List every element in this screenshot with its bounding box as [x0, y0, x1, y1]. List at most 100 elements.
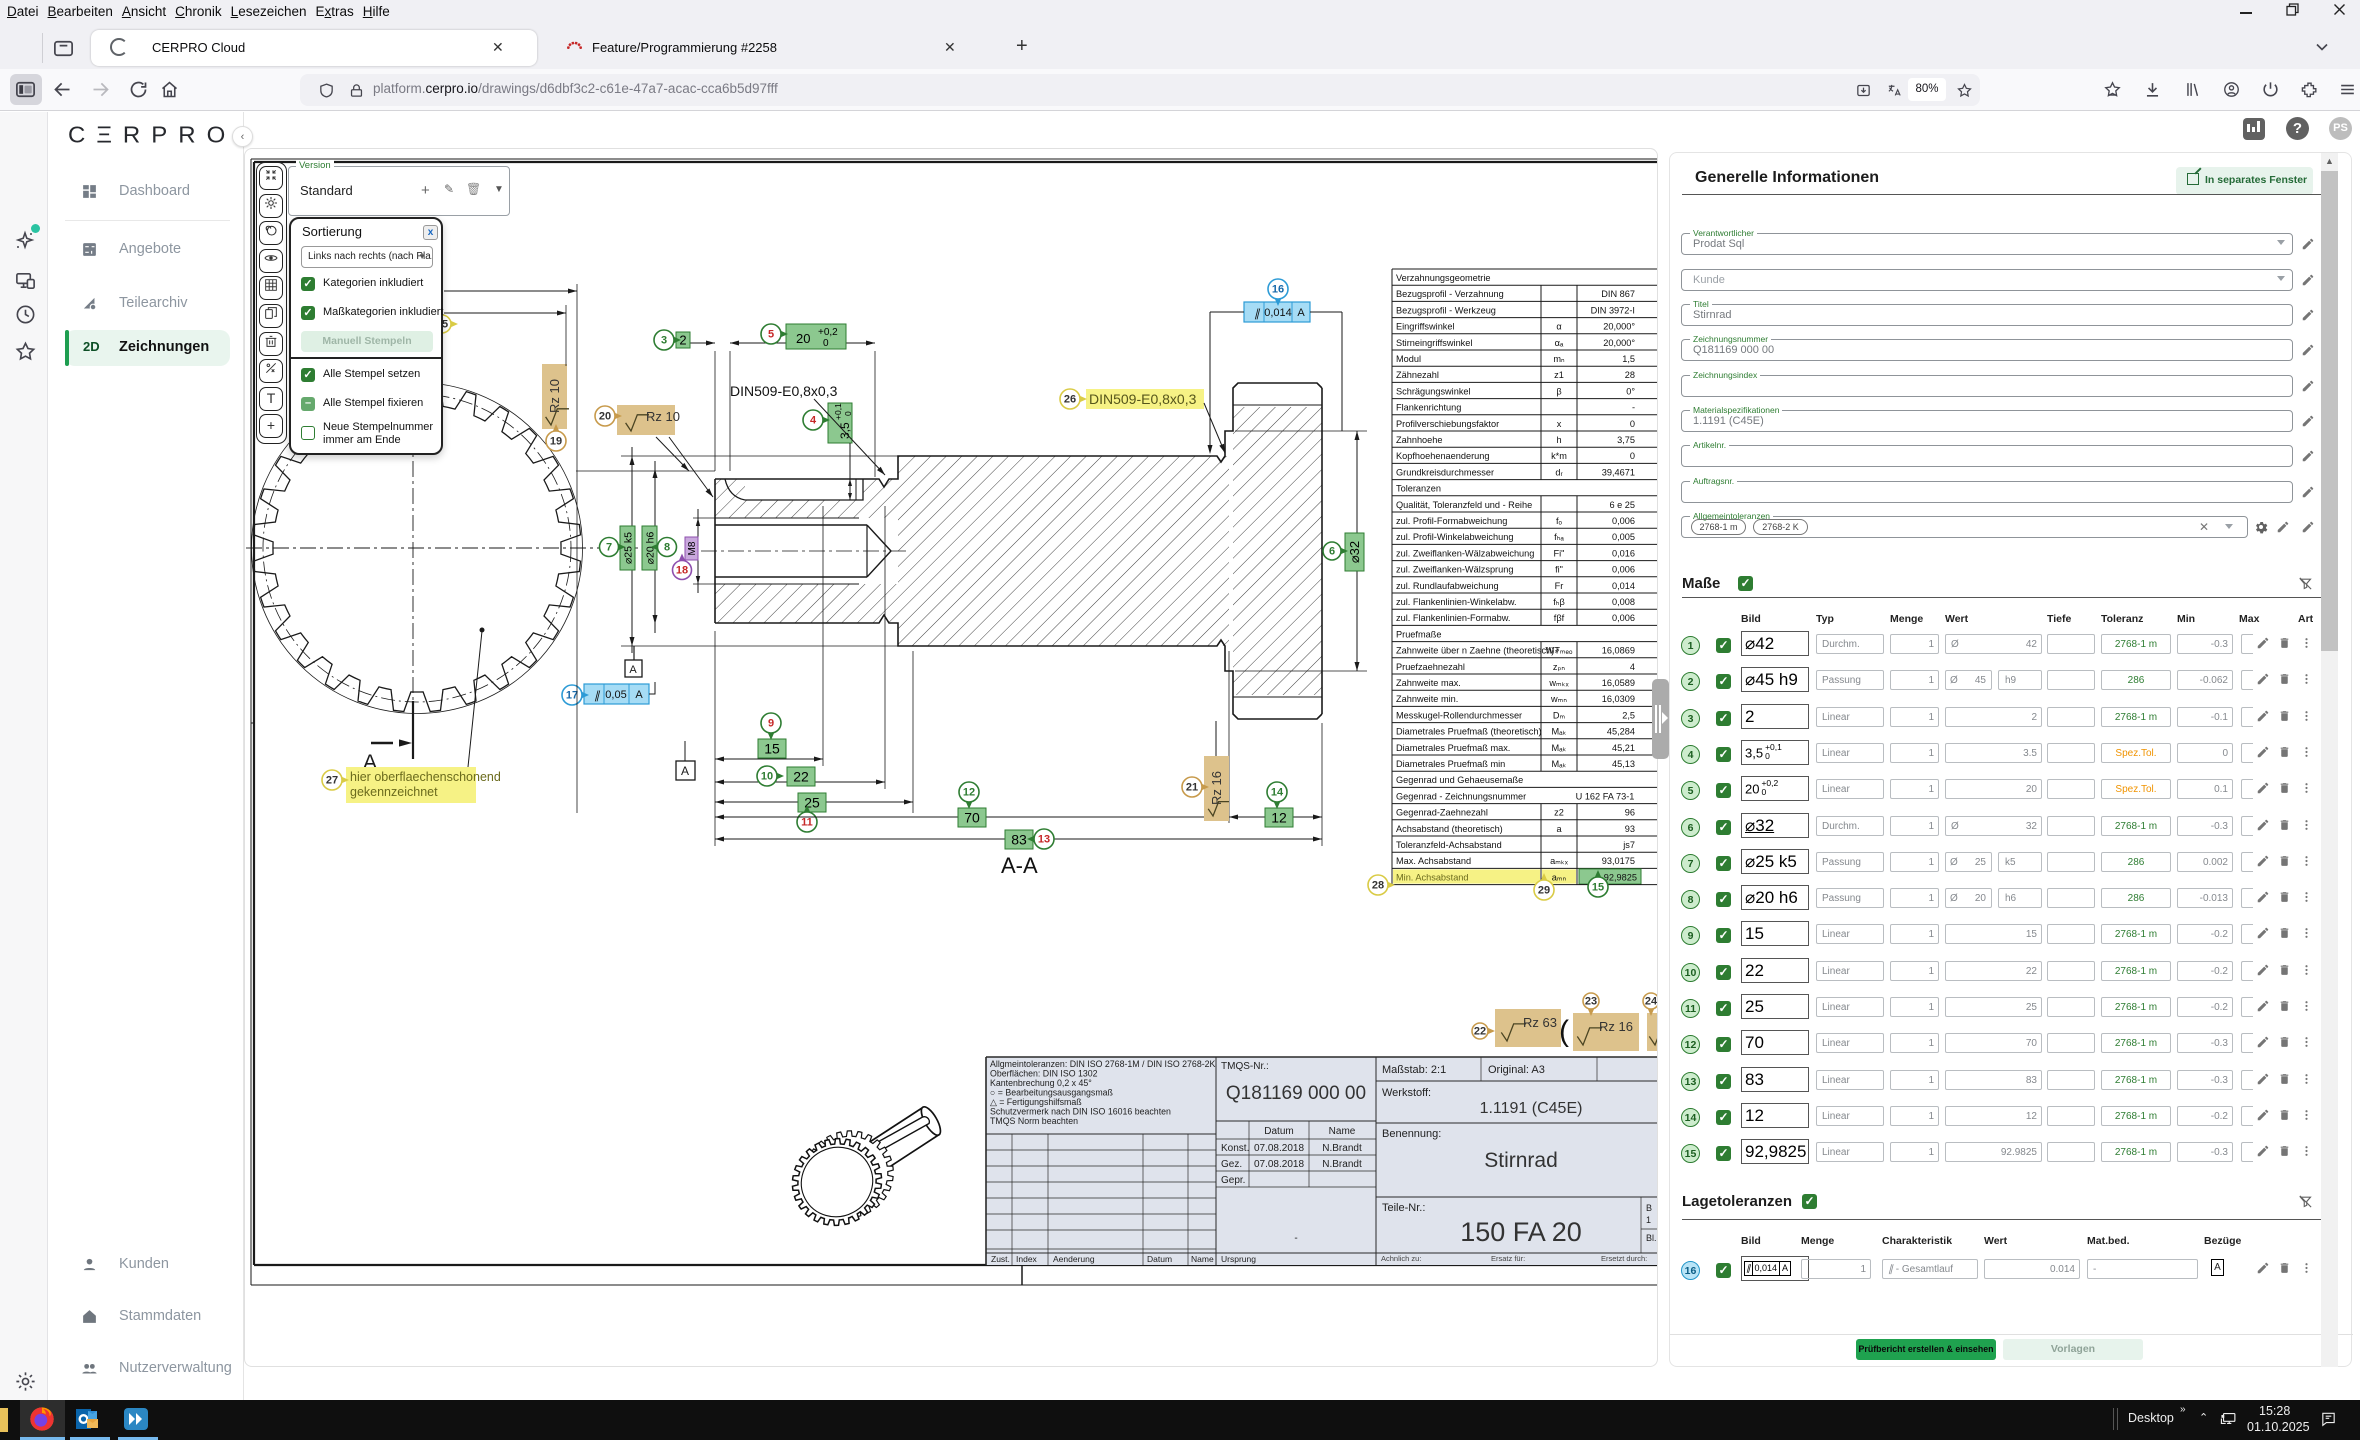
svg-text:zul. Rundlaufabweichung: zul. Rundlaufabweichung — [1396, 581, 1499, 591]
svg-text:TMQS-Nr.:: TMQS-Nr.: — [1221, 1061, 1269, 1072]
svg-text:N.Brandt: N.Brandt — [1322, 1159, 1362, 1170]
svg-text:Mₐₖ: Mₐₖ — [1552, 727, 1567, 737]
svg-text:Max. Achsabstand: Max. Achsabstand — [1396, 856, 1471, 866]
svg-text:Index: Index — [1016, 1254, 1038, 1264]
svg-text:Datum: Datum — [1264, 1126, 1293, 1137]
svg-text:Gegenrad-Zaehnezahl: Gegenrad-Zaehnezahl — [1396, 808, 1488, 818]
svg-text:45,21: 45,21 — [1612, 743, 1635, 753]
svg-text:20,000°: 20,000° — [1603, 322, 1635, 332]
svg-text:Konst.: Konst. — [1221, 1143, 1249, 1154]
svg-text:Zähnezahl: Zähnezahl — [1396, 370, 1439, 380]
svg-text:fₕₐ: fₕₐ — [1554, 532, 1564, 542]
svg-text:+0,2: +0,2 — [818, 327, 838, 338]
svg-text:7: 7 — [606, 542, 612, 554]
svg-text:11: 11 — [801, 817, 813, 829]
svg-text:○ = Bearbeitungsausgangsmaß: ○ = Bearbeitungsausgangsmaß — [990, 1088, 1114, 1098]
svg-text:70: 70 — [964, 810, 980, 826]
svg-text:Datum: Datum — [1147, 1254, 1172, 1264]
svg-text:29: 29 — [1538, 885, 1550, 897]
svg-text:zul. Profil-Formabweichung: zul. Profil-Formabweichung — [1396, 516, 1507, 526]
svg-text:Gez.: Gez. — [1221, 1159, 1242, 1170]
svg-text:24: 24 — [1645, 996, 1658, 1008]
svg-text:Kantenbrechung 0,2 x 45°: Kantenbrechung 0,2 x 45° — [990, 1078, 1092, 1088]
svg-text:△ = Fertigungshilfsmaß: △ = Fertigungshilfsmaß — [990, 1097, 1082, 1107]
svg-text:Ursprung: Ursprung — [1221, 1254, 1256, 1264]
svg-text:Diametrales Pruefmaß (theoreti: Diametrales Pruefmaß (theoretisch) — [1396, 727, 1542, 737]
svg-text:07.08.2018: 07.08.2018 — [1254, 1159, 1304, 1170]
svg-text:Zahnweite min.: Zahnweite min. — [1396, 694, 1458, 704]
svg-text:6: 6 — [1329, 546, 1335, 558]
svg-text:αₐ: αₐ — [1555, 338, 1564, 348]
svg-text:16,0309: 16,0309 — [1602, 694, 1635, 704]
svg-text:Schrägungswinkel: Schrägungswinkel — [1396, 386, 1471, 396]
svg-text:fₕβ: fₕβ — [1553, 597, 1565, 607]
svg-text:Zust.: Zust. — [991, 1254, 1010, 1264]
svg-text:Mₐₖ: Mₐₖ — [1552, 743, 1567, 753]
svg-text:27: 27 — [326, 775, 338, 787]
svg-text:Verzahnungsgeometrie: Verzahnungsgeometrie — [1396, 273, 1491, 283]
svg-text:8: 8 — [664, 542, 670, 554]
svg-text:+0,1: +0,1 — [833, 403, 843, 420]
svg-text:Gegenrad und Gehaeusemaße: Gegenrad und Gehaeusemaße — [1396, 775, 1523, 785]
svg-text:Original: A3: Original: A3 — [1488, 1064, 1545, 1076]
svg-text:aₘₖₓ: aₘₖₓ — [1550, 856, 1568, 866]
svg-text:Rz 10: Rz 10 — [646, 409, 680, 424]
svg-text:20,000°: 20,000° — [1603, 338, 1635, 348]
svg-text:zul. Flankenlinien-Winkelabw.: zul. Flankenlinien-Winkelabw. — [1396, 597, 1517, 607]
svg-text:93,0175: 93,0175 — [1602, 856, 1635, 866]
svg-text:0,008: 0,008 — [1612, 597, 1635, 607]
svg-text:Fr: Fr — [1555, 581, 1564, 591]
svg-text:Name: Name — [1191, 1254, 1214, 1264]
svg-text:U 162 FA 73-1: U 162 FA 73-1 — [1576, 791, 1635, 801]
svg-text:A: A — [629, 664, 637, 676]
svg-text:Allgmeintoleranzen: DIN ISO 27: Allgmeintoleranzen: DIN ISO 2768-1M / DI… — [990, 1059, 1216, 1069]
svg-text:Zahnweite max.: Zahnweite max. — [1396, 678, 1461, 688]
svg-text:A: A — [1297, 307, 1305, 319]
svg-text:12: 12 — [1271, 810, 1287, 826]
svg-text:0,016: 0,016 — [1612, 548, 1635, 558]
svg-text:B: B — [1646, 1203, 1652, 1213]
svg-text:DIN509-E0,8x0,3: DIN509-E0,8x0,3 — [1089, 391, 1197, 407]
svg-text:a: a — [1556, 824, 1562, 834]
svg-text:β: β — [1556, 386, 1561, 396]
svg-text:1.1191 (C45E): 1.1191 (C45E) — [1480, 1100, 1583, 1117]
svg-text:3: 3 — [661, 335, 667, 347]
svg-text:Maßstab: 2:1: Maßstab: 2:1 — [1382, 1064, 1446, 1076]
svg-text:Dₘ: Dₘ — [1553, 710, 1566, 720]
svg-text:zul. Zweiflanken-Wälzsprung: zul. Zweiflanken-Wälzsprung — [1396, 565, 1513, 575]
svg-text:45,284: 45,284 — [1607, 727, 1635, 737]
svg-text:Werkstoff:: Werkstoff: — [1382, 1087, 1431, 1099]
svg-text:26: 26 — [1064, 394, 1076, 406]
svg-text:Stirnrad: Stirnrad — [1484, 1149, 1558, 1172]
svg-text:9: 9 — [768, 718, 774, 730]
svg-text:Fi": Fi" — [1554, 548, 1565, 558]
svg-text:fi": fi" — [1555, 565, 1563, 575]
svg-text:28: 28 — [1372, 880, 1384, 892]
svg-text:A: A — [635, 689, 643, 701]
svg-text:⌀25 k5: ⌀25 k5 — [622, 532, 634, 564]
svg-text:22: 22 — [1474, 1026, 1486, 1038]
svg-text:13: 13 — [1038, 834, 1050, 846]
svg-text:39,4671: 39,4671 — [1602, 467, 1635, 477]
svg-text:A: A — [681, 764, 689, 778]
svg-text:Mₐₖ: Mₐₖ — [1552, 759, 1567, 769]
svg-text:0,05: 0,05 — [605, 689, 626, 701]
svg-text:Pruefmaße: Pruefmaße — [1396, 629, 1441, 639]
svg-text:3,5: 3,5 — [838, 422, 852, 439]
svg-text:N.Brandt: N.Brandt — [1322, 1143, 1362, 1154]
svg-text:zul. Flankenlinien-Formabw.: zul. Flankenlinien-Formabw. — [1396, 613, 1510, 623]
svg-text:z2: z2 — [1554, 808, 1564, 818]
svg-text:fβf: fβf — [1554, 613, 1565, 623]
svg-text:0: 0 — [823, 338, 829, 349]
svg-text:14: 14 — [1271, 787, 1284, 799]
svg-text:Rz 10: Rz 10 — [547, 379, 562, 413]
svg-text:Aenderung: Aenderung — [1053, 1254, 1095, 1264]
svg-text:z1: z1 — [1554, 370, 1564, 380]
svg-text:aₘₙ: aₘₙ — [1552, 872, 1567, 882]
svg-text:W₮ₘₑₒ: W₮ₘₑₒ — [1546, 646, 1573, 656]
svg-text:93: 93 — [1625, 824, 1635, 834]
svg-text:DIN 867: DIN 867 — [1601, 289, 1635, 299]
svg-text:Flankenrichtung: Flankenrichtung — [1396, 403, 1461, 413]
svg-text:(: ( — [1559, 1015, 1569, 1048]
svg-text:⌀32: ⌀32 — [1347, 541, 1362, 563]
